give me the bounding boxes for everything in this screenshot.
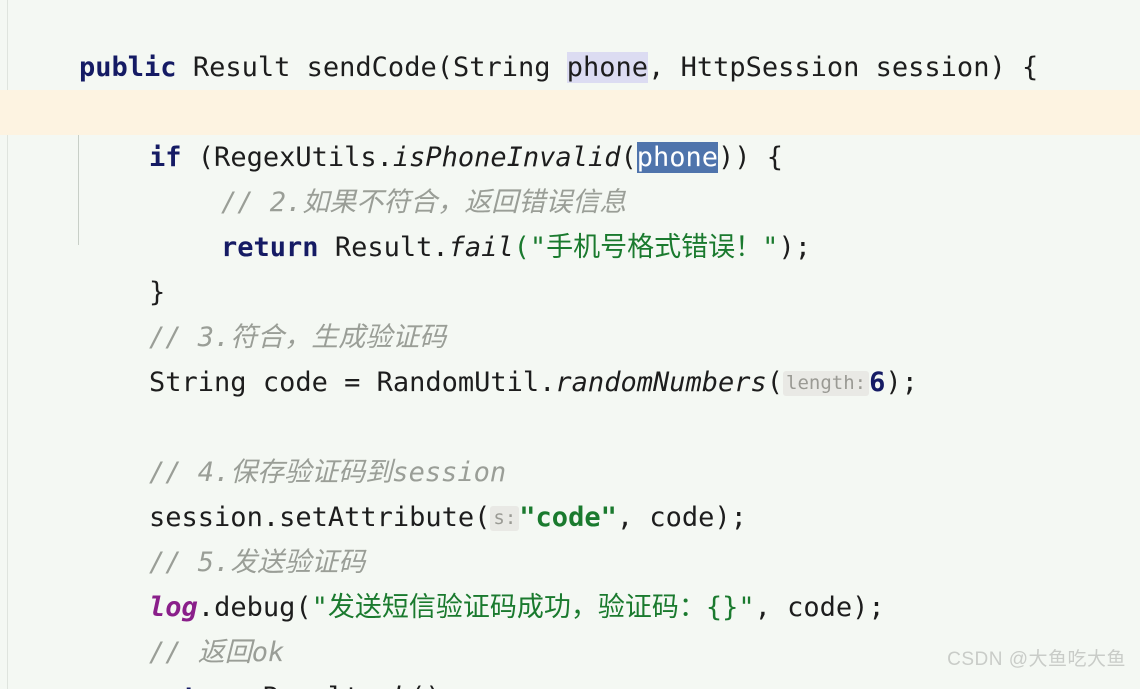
code-line-return-fail[interactable]: return Result.fail("手机号格式错误！"); xyxy=(0,180,1140,263)
code-line-if-statement[interactable]: if (RegexUtils.isPhoneInvalid(phone)) { xyxy=(0,90,1140,173)
code-line-signature[interactable]: public Result sendCode(String phone, Htt… xyxy=(0,0,1140,83)
code-line-closing-brace[interactable]: } xyxy=(0,225,1140,308)
statement-tail: (); xyxy=(409,682,458,689)
code-line-blank[interactable] xyxy=(0,360,1140,405)
code-line-random-numbers[interactable]: String code = RandomUtil.randomNumbers(l… xyxy=(0,315,1140,398)
code-line-comment-5[interactable]: // 5.发送验证码 xyxy=(0,495,1140,578)
result-accessor: Result. xyxy=(247,682,377,689)
code-line-comment-3[interactable]: // 3.符合，生成验证码 xyxy=(0,270,1140,353)
code-line-comment-2[interactable]: // 2.如果不符合，返回错误信息 xyxy=(0,135,1140,218)
code-line-log-debug[interactable]: log.debug("发送短信验证码成功，验证码：{}", code); xyxy=(0,540,1140,623)
code-line-comment-4[interactable]: // 4.保存验证码到session xyxy=(0,405,1140,488)
code-line-comment-1[interactable]: // 1.校验手机号 xyxy=(0,45,1140,128)
code-line-set-attribute[interactable]: session.setAttribute(s: "code", code); xyxy=(0,450,1140,533)
csdn-watermark: CSDN @大鱼吃大鱼 xyxy=(947,649,1126,670)
keyword-return: return xyxy=(149,682,247,689)
code-line-comment-6[interactable]: // 返回ok xyxy=(0,585,1140,668)
method-name-ok: ok xyxy=(377,682,410,689)
code-editor-viewport[interactable]: public Result sendCode(String phone, Htt… xyxy=(0,0,1140,689)
